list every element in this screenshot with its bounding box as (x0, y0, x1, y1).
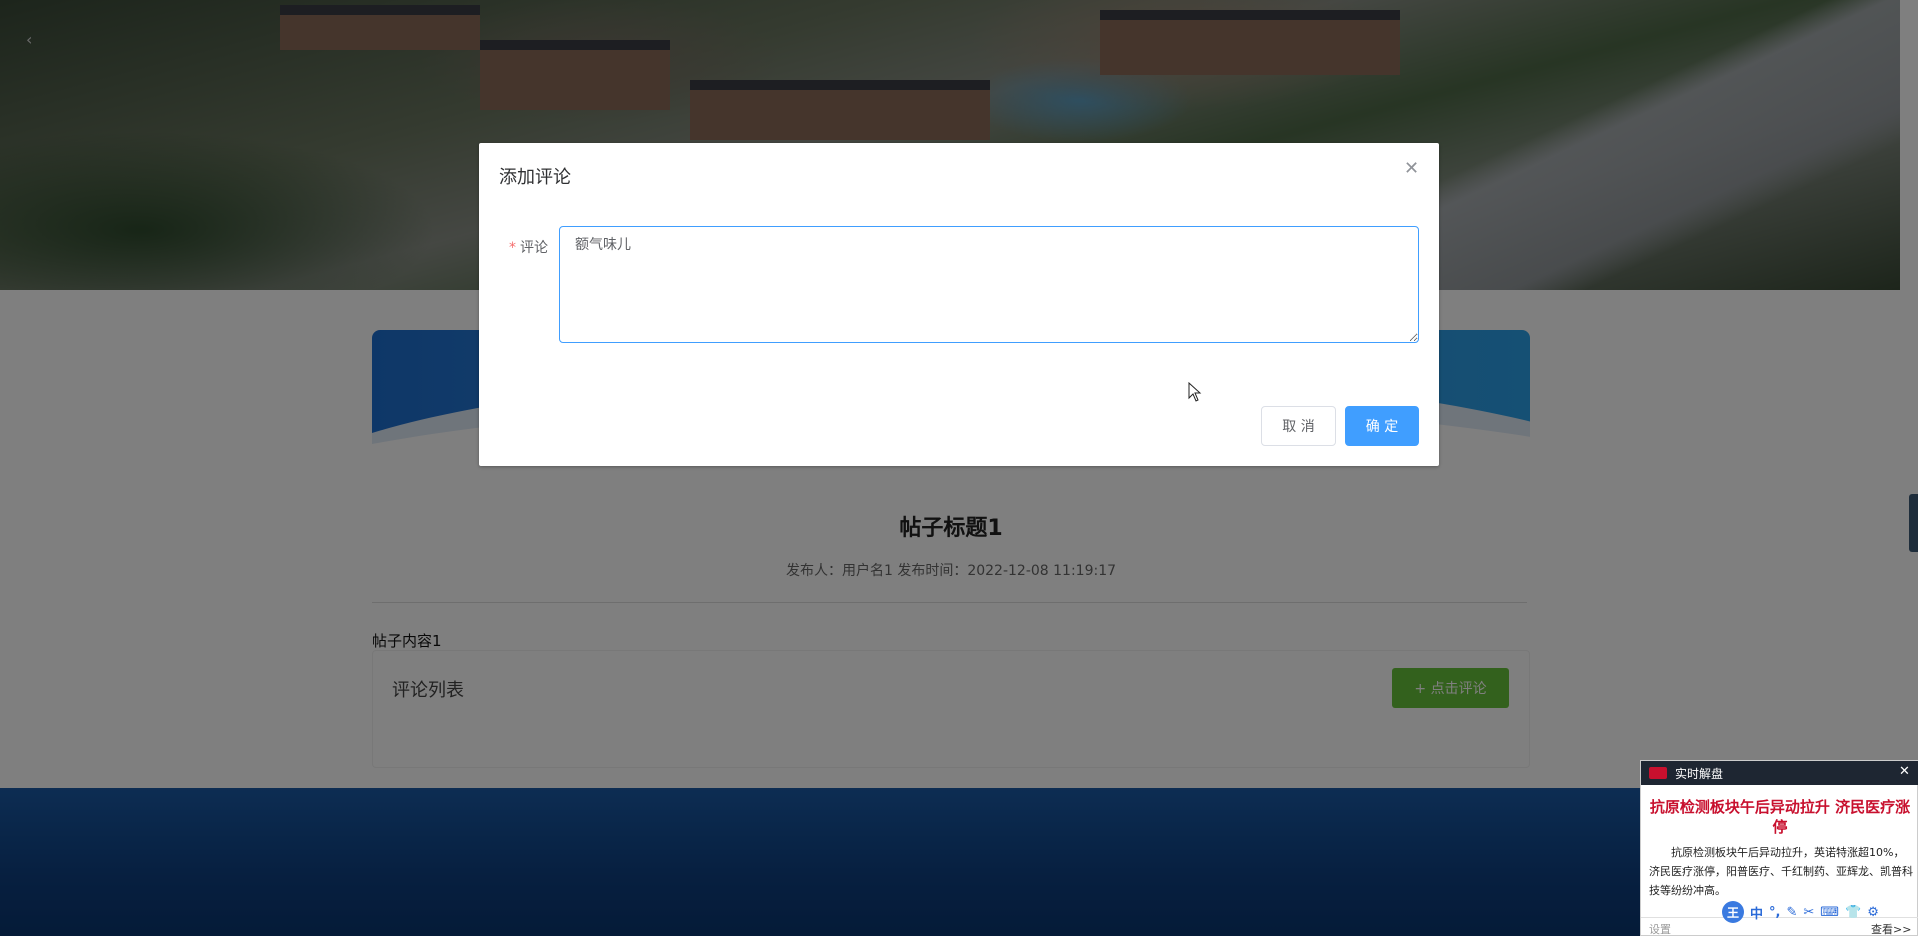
comment-field-label: * 评论 (509, 237, 548, 257)
mouse-cursor-icon (1188, 382, 1202, 402)
close-icon[interactable]: ✕ (1899, 764, 1910, 779)
ime-settings-icon[interactable]: ⚙ (1867, 905, 1879, 920)
news-logo-icon (1649, 767, 1667, 779)
ime-scissors-icon[interactable]: ✂ (1803, 905, 1814, 920)
required-mark: * (509, 240, 516, 256)
ime-chinese-mode-icon[interactable]: 中 (1750, 903, 1763, 922)
cancel-button[interactable]: 取 消 (1261, 406, 1336, 446)
dialog-title: 添加评论 (499, 167, 571, 188)
ime-skin-icon[interactable]: 👕 (1845, 905, 1861, 920)
news-header-label: 实时解盘 (1675, 767, 1724, 781)
confirm-button[interactable]: 确 定 (1345, 406, 1419, 446)
comment-label-text: 评论 (520, 240, 548, 256)
modal-overlay[interactable] (0, 0, 1918, 936)
ime-handwriting-icon[interactable]: ✎ (1786, 905, 1797, 920)
ime-keyboard-icon[interactable]: ⌨ (1820, 905, 1839, 920)
ime-logo-icon[interactable]: 王 (1722, 901, 1744, 923)
news-popup-header: 实时解盘 ✕ (1641, 761, 1918, 785)
ime-punctuation-icon[interactable]: °, (1769, 905, 1780, 920)
news-settings-link[interactable]: 设置 (1649, 921, 1671, 937)
close-icon[interactable]: ✕ (1404, 158, 1419, 179)
news-body: 抗原检测板块午后异动拉升，英诺特涨超10%，济民医疗涨停，阳普医疗、千红制药、亚… (1649, 846, 1913, 897)
comment-textarea[interactable]: 额气味儿 (559, 226, 1419, 343)
ime-toolbar: 王 中 °, ✎ ✂ ⌨ 👕 ⚙ (1722, 900, 1918, 924)
news-headline[interactable]: 抗原检测板块午后异动拉升 济民医疗涨停 (1649, 797, 1911, 837)
add-comment-dialog: 添加评论 ✕ * 评论 额气味儿 取 消 确 定 (479, 143, 1439, 466)
